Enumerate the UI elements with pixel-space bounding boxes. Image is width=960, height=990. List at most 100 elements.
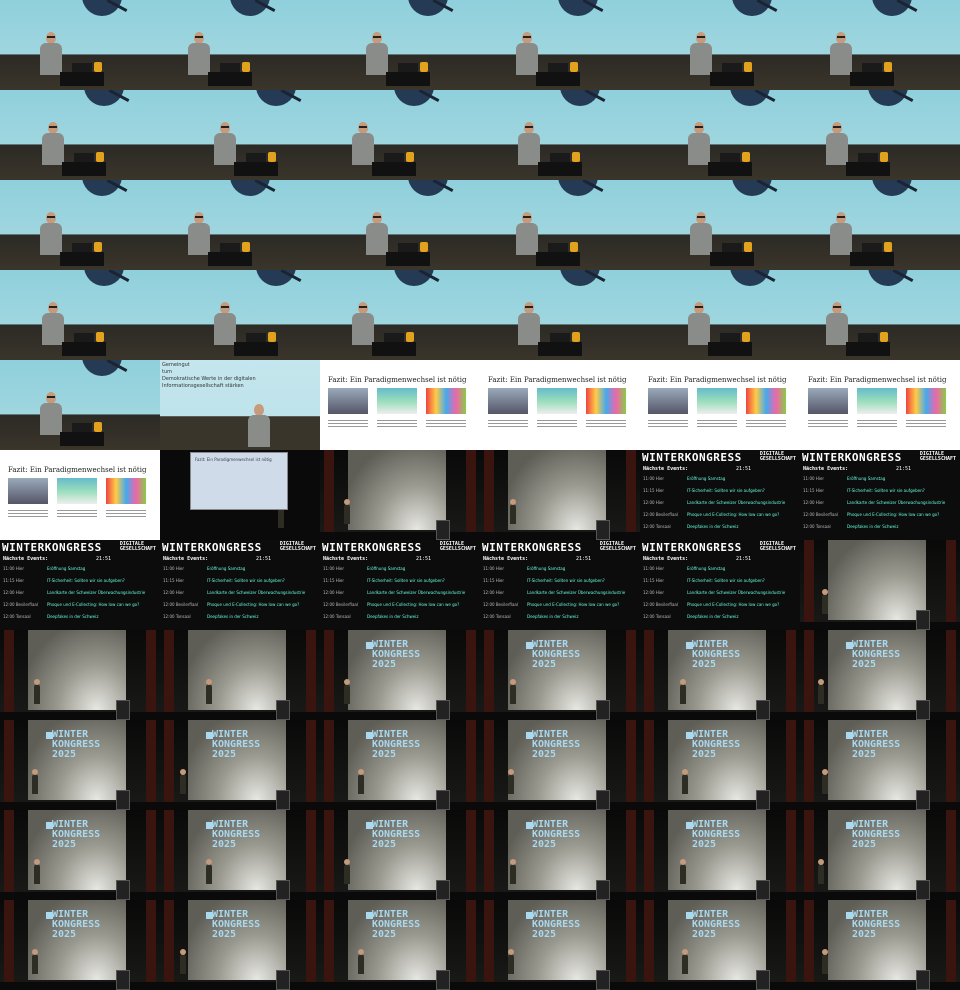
speaker-figure: [344, 679, 350, 704]
speaker-figure: [818, 679, 824, 704]
slide-caption: [586, 418, 626, 428]
row-event: Phoque und E-Collecting: How low can we …: [687, 602, 780, 607]
desk-lamp: [406, 152, 414, 162]
schedule-row: 12:00 Tonsaal Deepfakes in der Schweiz: [483, 614, 578, 619]
speaker-figure: [32, 769, 38, 794]
logo-line: 2025: [532, 749, 557, 760]
video-frame: [160, 630, 320, 720]
logo-line: 2025: [372, 839, 397, 850]
video-frame: [320, 270, 480, 360]
laptop: [72, 63, 92, 72]
row-time: 12:00: [803, 500, 816, 505]
row-event: Deepfakes in der Schweiz: [207, 614, 259, 619]
row-time: 11:00: [643, 476, 656, 481]
logo-line: 2025: [372, 749, 397, 760]
laptop: [550, 333, 570, 342]
stage-floor: [0, 712, 160, 720]
video-frame: WINTER KONGRESS 2025: [320, 810, 480, 900]
desk-lamp: [742, 152, 750, 162]
curtain: [786, 630, 796, 720]
board-time: 21:51: [256, 556, 272, 562]
schedule-row: 12:00 Tonsaal Deepfakes in der Schweiz: [643, 524, 738, 529]
row-time: 12:00: [3, 590, 16, 595]
curtain: [946, 630, 956, 720]
video-frame: Fazit: Ein Paradigmenwechsel ist nötig: [800, 360, 960, 450]
curtain: [146, 900, 156, 990]
speaker-figure: [514, 32, 540, 76]
slide-caption: [426, 418, 466, 428]
curtain: [4, 900, 14, 990]
video-frame: WINTERKONGRESS DIGITALE GESELLSCHAFT Nächst…: [320, 540, 480, 630]
desk-lamp: [96, 332, 104, 342]
curtain: [644, 720, 654, 810]
laptop: [548, 243, 568, 252]
stage-floor: [160, 982, 320, 990]
slide-caption: [106, 508, 146, 518]
video-frame: [800, 270, 960, 360]
board-brand-right: DIGITALE GESELLSCHAFT: [440, 542, 476, 552]
lectern: [756, 790, 770, 810]
row-room: Tonsaal: [655, 614, 671, 619]
speaker-figure: [180, 949, 186, 974]
curtain: [786, 720, 796, 810]
row-room: Hier: [495, 590, 505, 595]
video-frame: WINTER KONGRESS 2025: [480, 720, 640, 810]
curtain: [946, 900, 956, 990]
speaker-body: [214, 133, 236, 165]
row-event: IT-Sicherheit: Sollten wir sie aufgeben?: [687, 488, 765, 493]
row-room: Besilerflaal: [495, 602, 518, 607]
curtain: [164, 630, 174, 720]
speaker-body: [352, 133, 374, 165]
slide-image: [808, 388, 848, 414]
stage-floor: [0, 892, 160, 900]
video-frame: [320, 450, 480, 540]
stage-logo: WINTER KONGRESS 2025: [532, 730, 580, 760]
slide-caption: [906, 418, 946, 428]
row-event: Eröffnung Samstag: [47, 566, 86, 571]
slide-line: Demokratische Werte in der digitalen: [162, 376, 256, 382]
schedule-row: 12:00 Tonsaal Deepfakes in der Schweiz: [643, 614, 738, 619]
lectern: [116, 970, 130, 990]
schedule-row: 11:00 Hier Eröffnung Samstag: [323, 566, 405, 571]
video-frame: WINTER KONGRESS 2025: [480, 630, 640, 720]
slide-caption: [648, 418, 688, 428]
lectern: [850, 252, 894, 266]
speaker-figure: [364, 32, 390, 76]
stage-screen: [828, 540, 926, 620]
curtain: [626, 720, 636, 810]
speaker-body: [688, 133, 710, 165]
curtain: [324, 630, 334, 720]
board-time: 21:51: [416, 556, 432, 562]
row-time: 12:00: [163, 614, 176, 619]
speaker-figure: [38, 392, 64, 436]
row-event: Deepfakes in der Schweiz: [527, 614, 579, 619]
lectern: [756, 880, 770, 900]
speaker-figure: [510, 859, 516, 884]
row-room: Hier: [815, 476, 825, 481]
speaker-figure: [40, 122, 66, 166]
laptop: [862, 63, 882, 72]
speaker-body: [40, 403, 62, 435]
speaker-body: [188, 43, 210, 75]
row-event: Landkarte der Schweizer Überwachungsindu…: [367, 590, 466, 595]
slide-caption: [537, 418, 577, 428]
logo-line: 2025: [852, 659, 877, 670]
row-room: Tonsaal: [815, 524, 831, 529]
stage-floor: [800, 982, 960, 990]
row-event: Landkarte der Schweizer Überwachungsindu…: [687, 590, 786, 595]
speaker-figure: [508, 949, 514, 974]
row-time: 12:00: [803, 512, 816, 517]
desk-lamp: [742, 332, 750, 342]
lectern: [436, 880, 450, 900]
speaker-body: [830, 223, 852, 255]
slide-image: [586, 388, 626, 414]
brand-line: GESELLSCHAFT: [119, 546, 156, 552]
curtain: [306, 810, 316, 900]
lectern: [596, 970, 610, 990]
desk-lamp: [242, 242, 250, 252]
curtain: [4, 630, 14, 720]
laptop: [220, 63, 240, 72]
brand-line: GESELLSCHAFT: [279, 546, 316, 552]
row-room: Hier: [335, 566, 345, 571]
desk-lamp: [572, 332, 580, 342]
